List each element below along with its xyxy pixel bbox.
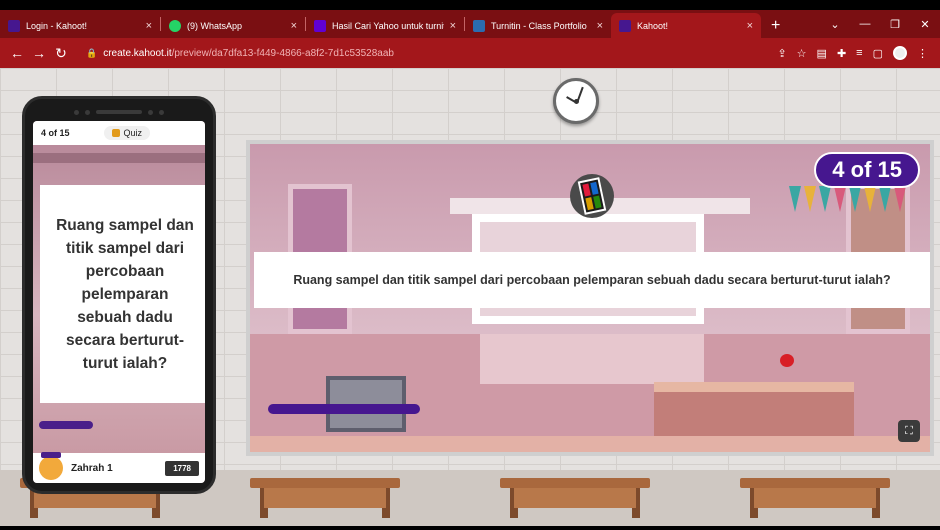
apple-decoration [780, 354, 794, 367]
classroom-lower-background [250, 334, 930, 452]
phone-header: 4 of 15 Quiz [33, 121, 205, 145]
tab-label: (9) WhatsApp [187, 20, 243, 31]
quiz-type-label: Quiz [123, 128, 143, 138]
kahoot-favicon-icon [8, 19, 20, 32]
tab-label: Turnitin - Class Portfolio [491, 20, 587, 31]
tab-search-icon[interactable]: ⌄ [820, 18, 850, 31]
wall-clock-icon [553, 78, 599, 124]
address-bar[interactable]: 🔒 create.kahoot.it /preview/da7dfa13-f44… [80, 42, 769, 64]
yahoo-favicon-icon [314, 19, 326, 32]
turnitin-favicon-icon [473, 19, 485, 32]
player-avatar-icon [39, 452, 63, 480]
url-path: /preview/da7dfa13-f449-4866-a8f2-7d1c535… [171, 47, 394, 59]
kahoot-quiz-icon [577, 177, 607, 215]
close-icon[interactable]: × [450, 20, 456, 32]
phone-notch [31, 105, 207, 119]
question-counter-badge: 4 of 15 [814, 152, 920, 188]
side-panel-icon[interactable]: ▢ [873, 47, 883, 60]
question-banner: Ruang sampel dan titik sampel dari perco… [254, 252, 930, 308]
phone-question-text: Ruang sampel dan titik sampel dari perco… [56, 216, 194, 372]
quiz-type-badge [570, 174, 614, 218]
presentation-screen: 4 of 15 Ruang sampel dan titik sampel da… [246, 140, 934, 456]
browser-toolbar: ← → ↻ 🔒 create.kahoot.it /preview/da7dfa… [0, 38, 940, 68]
reload-icon[interactable]: ↻ [50, 45, 72, 62]
floor-band-decoration [250, 436, 930, 452]
pennant-banner-decoration [789, 186, 906, 212]
bookmark-star-icon[interactable]: ☆ [797, 47, 807, 60]
restore-icon[interactable]: ❐ [880, 18, 910, 31]
tab-label: Kahoot! [637, 20, 669, 31]
player-name: Zahrah 1 [71, 462, 113, 474]
tab-label: Hasil Cari Yahoo untuk turnit [332, 20, 444, 31]
lock-icon: 🔒 [86, 47, 98, 58]
fullscreen-icon: ⛶ [905, 424, 913, 437]
fullscreen-button[interactable]: ⛶ [898, 420, 920, 442]
forward-icon[interactable]: → [28, 45, 50, 61]
back-icon[interactable]: ← [6, 45, 28, 61]
player-score: 1778 [165, 460, 199, 476]
kahoot-favicon-icon [619, 19, 631, 32]
tab-yahoo-search[interactable]: Hasil Cari Yahoo untuk turnit × [306, 13, 464, 38]
phone-screen: 4 of 15 Quiz Ruang sampel dan titik samp… [33, 121, 205, 483]
quiz-type-chip: Quiz [103, 126, 151, 140]
phone-timer-bar [39, 421, 93, 429]
close-icon[interactable]: × [291, 20, 297, 32]
tab-turnitin[interactable]: Turnitin - Class Portfolio × [465, 13, 611, 38]
phone-progress: 4 of 15 [41, 128, 70, 138]
desk-decoration [740, 478, 890, 518]
browser-tab-bar: Login - Kahoot! × (9) WhatsApp × Hasil C… [0, 10, 940, 38]
close-icon[interactable]: × [747, 20, 753, 32]
tab-label: Login - Kahoot! [26, 20, 88, 31]
close-icon[interactable]: × [597, 20, 603, 32]
whatsapp-favicon-icon [169, 19, 181, 32]
phone-footer: Zahrah 1 1778 [33, 452, 205, 483]
profile-avatar-icon[interactable] [893, 46, 907, 60]
reading-list-icon[interactable]: ▤ [817, 47, 827, 60]
extensions-puzzle-icon[interactable]: ✚ [837, 47, 846, 60]
minimize-icon[interactable]: — [850, 18, 880, 30]
tab-login-kahoot[interactable]: Login - Kahoot! × [0, 13, 160, 38]
new-tab-button[interactable]: + [761, 13, 790, 38]
desk-decoration [250, 478, 400, 518]
share-icon[interactable]: ⇪ [777, 47, 786, 60]
phone-question-card: Ruang sampel dan titik sampel dari perco… [40, 185, 205, 403]
close-window-icon[interactable]: ✕ [910, 18, 940, 31]
tab-whatsapp[interactable]: (9) WhatsApp × [161, 13, 305, 38]
tab-kahoot-active[interactable]: Kahoot! × [611, 13, 761, 38]
window-controls: ⌄ — ❐ ✕ [820, 10, 940, 38]
desk-decoration [500, 478, 650, 518]
shelf-decoration [480, 334, 704, 384]
kahoot-preview-page: 4 of 15 Quiz Ruang sampel dan titik samp… [0, 68, 940, 526]
timer-progress-bar [268, 404, 420, 414]
question-text: Ruang sampel dan titik sampel dari perco… [293, 272, 891, 287]
url-host: create.kahoot.it [103, 47, 172, 59]
media-control-icon[interactable]: ≡ [856, 47, 862, 59]
phone-preview: 4 of 15 Quiz Ruang sampel dan titik samp… [22, 96, 216, 494]
toolbar-icons: ⇪ ☆ ▤ ✚ ≡ ▢ ⋮ [777, 46, 934, 60]
menu-kebab-icon[interactable]: ⋮ [917, 47, 928, 60]
quiz-type-icon [111, 129, 120, 137]
close-icon[interactable]: × [146, 20, 152, 32]
